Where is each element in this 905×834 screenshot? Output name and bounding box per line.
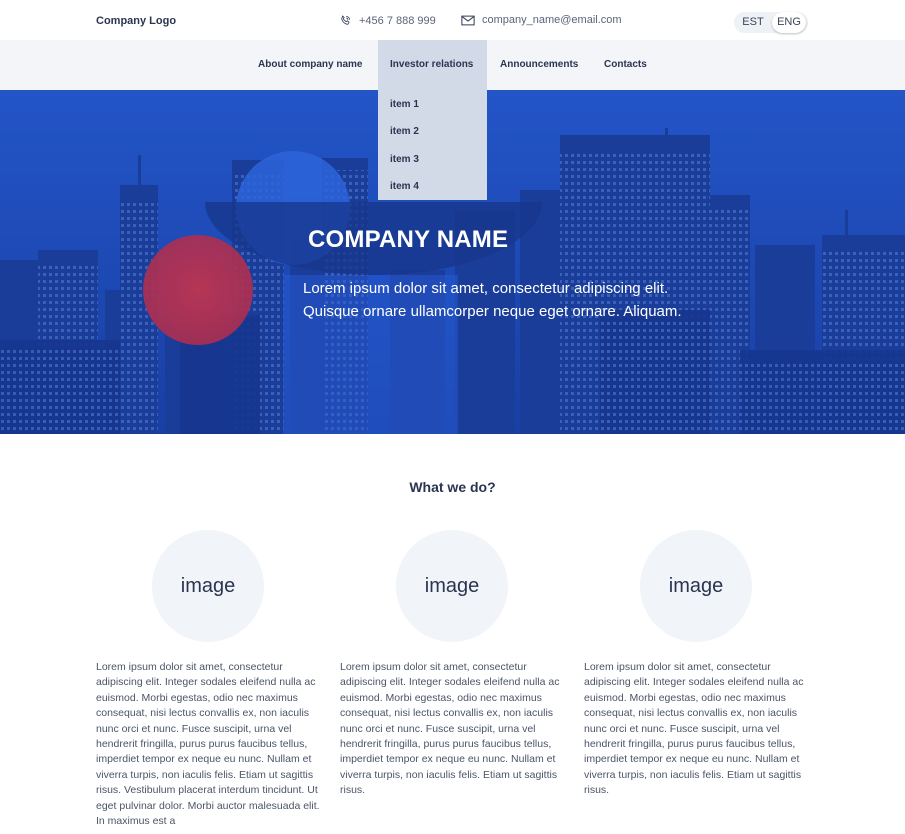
section-title: What we do? — [409, 479, 496, 495]
nav-about[interactable]: About company name — [258, 40, 362, 90]
feature-text: Lorem ipsum dolor sit amet, consectetur … — [584, 661, 804, 797]
lang-est-button[interactable]: EST — [736, 12, 770, 33]
main-nav: About company name Investor relations An… — [0, 40, 905, 90]
email-contact[interactable]: company_name@email.com — [461, 14, 622, 26]
investor-relations-dropdown: item 1 item 2 item 3 item 4 — [378, 90, 487, 200]
nav-investor-relations[interactable]: Investor relations — [378, 40, 487, 90]
hero-subtitle-line-1: Lorem ipsum dolor sit amet, consectetur … — [303, 280, 669, 297]
nav-contacts[interactable]: Contacts — [604, 40, 647, 90]
company-logo[interactable]: Company Logo — [96, 15, 176, 27]
hero-title: COMPANY NAME — [308, 226, 509, 253]
feature-text: Lorem ipsum dolor sit amet, consectetur … — [340, 661, 560, 797]
dropdown-item-2[interactable]: item 2 — [390, 126, 419, 137]
feature-text: Lorem ipsum dolor sit amet, consectetur … — [96, 661, 320, 828]
image-placeholder: image — [640, 530, 752, 642]
mail-icon — [461, 15, 475, 25]
top-bar: Company Logo +456 7 888 999 company_name… — [0, 0, 905, 40]
image-placeholder: image — [396, 530, 508, 642]
phone-icon — [341, 15, 350, 25]
hero-subtitle-line-2: Quisque ornare ullamcorper neque eget or… — [303, 303, 682, 320]
dropdown-item-1[interactable]: item 1 — [390, 99, 419, 110]
phone-number: +456 7 888 999 — [359, 14, 436, 27]
dropdown-item-3[interactable]: item 3 — [390, 154, 419, 165]
language-switch: EST ENG — [734, 12, 808, 33]
lang-eng-button[interactable]: ENG — [772, 12, 806, 33]
email-address: company_name@email.com — [482, 14, 622, 26]
phone-contact[interactable]: +456 7 888 999 — [339, 14, 436, 27]
dropdown-item-4[interactable]: item 4 — [390, 181, 419, 192]
hero-subtitle: Lorem ipsum dolor sit amet, consectetur … — [303, 277, 723, 323]
image-placeholder: image — [152, 530, 264, 642]
nav-announcements[interactable]: Announcements — [500, 40, 578, 90]
